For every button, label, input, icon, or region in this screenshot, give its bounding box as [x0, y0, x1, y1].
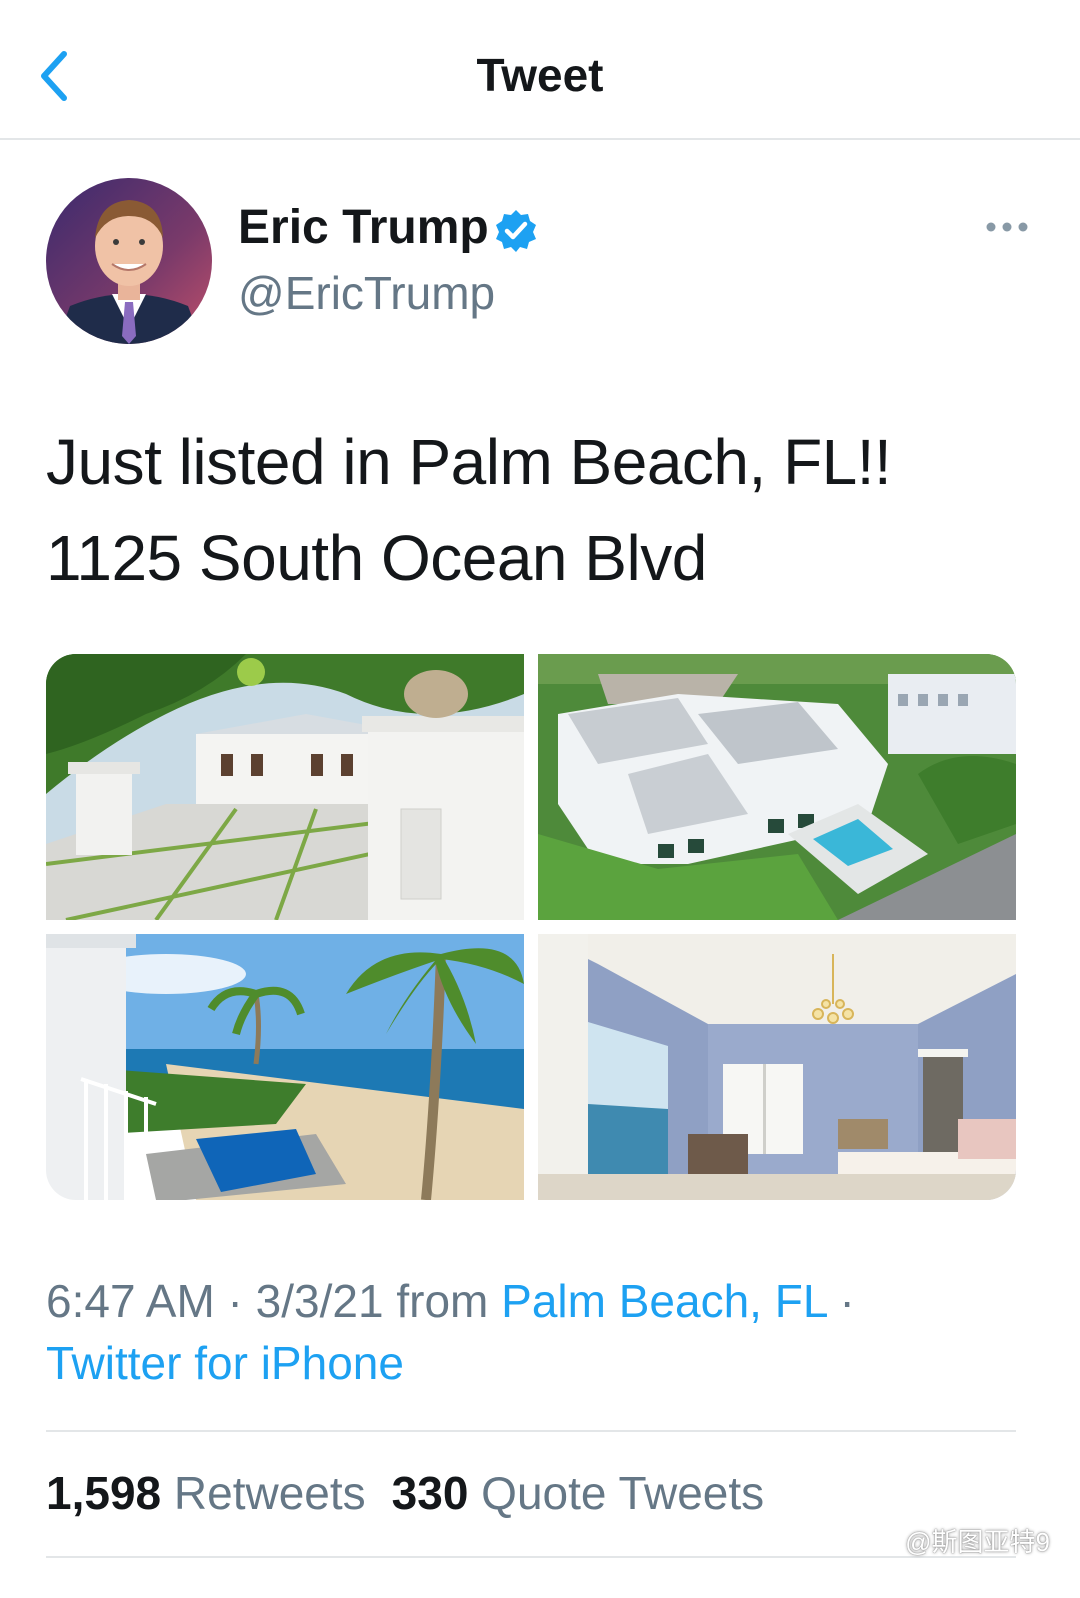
location-link[interactable]: Palm Beach, FL — [501, 1275, 827, 1327]
quote-tweets-count: 330 — [391, 1467, 469, 1519]
top-navigation-bar: Tweet — [0, 0, 1080, 140]
tweet-text-line: 1125 South Ocean Blvd — [46, 522, 707, 594]
more-options-icon[interactable] — [985, 220, 1029, 234]
tweet-text-line: Just listed in Palm Beach, FL!! — [46, 426, 892, 498]
avatar-image — [46, 178, 212, 344]
watermark: @斯图亚特9 — [905, 1527, 1050, 1557]
author-handle[interactable]: @EricTrump — [238, 266, 495, 320]
photo-aerial-house-pool[interactable] — [538, 654, 1016, 920]
avatar[interactable] — [46, 178, 212, 344]
photo-bedroom-interior[interactable] — [538, 934, 1016, 1200]
client-link[interactable]: Twitter for iPhone — [46, 1337, 404, 1389]
meta-from: from — [383, 1275, 502, 1327]
page-title: Tweet — [476, 49, 604, 101]
quote-tweets-label: Quote Tweets — [468, 1467, 765, 1519]
author-name[interactable]: Eric Trump — [238, 200, 489, 255]
photo-driveway-entrance[interactable] — [46, 654, 524, 920]
tweet-time: 6:47 AM — [46, 1275, 215, 1327]
verified-badge-icon — [496, 210, 536, 252]
retweets-label: Retweets — [161, 1467, 366, 1519]
divider — [46, 1556, 1016, 1558]
retweets-count: 1,598 — [46, 1467, 162, 1519]
tweet-stats: 1,598 Retweets 330 Quote Tweets — [46, 1466, 790, 1520]
tweet-date: 3/3/21 — [255, 1275, 384, 1327]
tweet-text: Just listed in Palm Beach, FL!! 1125 Sou… — [46, 414, 1036, 606]
divider — [46, 1430, 1016, 1432]
tweet-metadata: 6:47 AM · 3/3/21 from Palm Beach, FL · T… — [46, 1270, 1046, 1394]
quote-tweets-stat[interactable]: 330 Quote Tweets — [392, 1467, 765, 1519]
meta-separator: · — [826, 1275, 855, 1327]
media-grid — [46, 654, 1016, 1200]
photo-beach-pool-view[interactable] — [46, 934, 524, 1200]
meta-separator: · — [214, 1275, 256, 1327]
retweets-stat[interactable]: 1,598 Retweets — [46, 1467, 366, 1519]
